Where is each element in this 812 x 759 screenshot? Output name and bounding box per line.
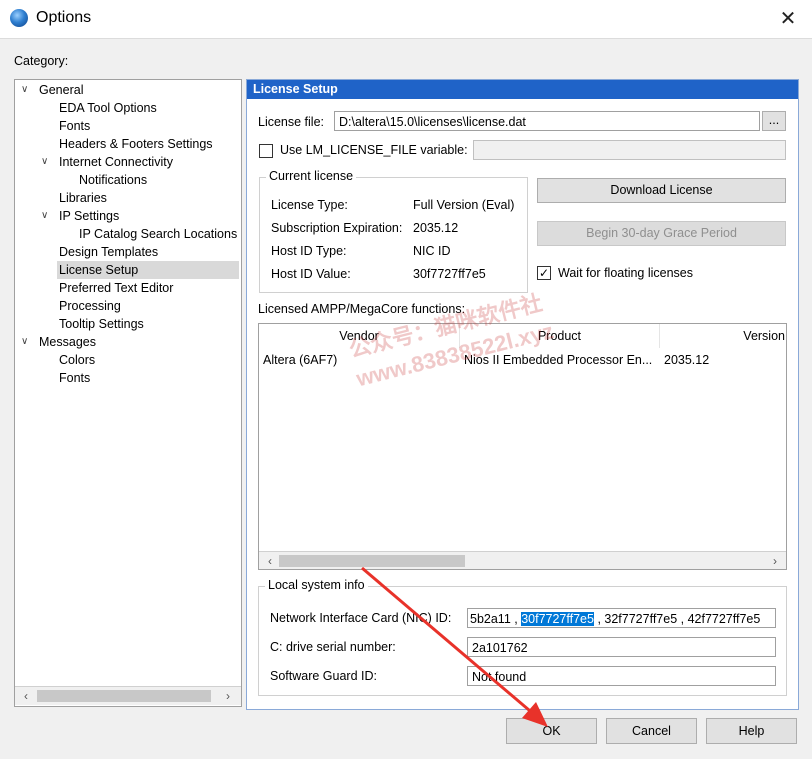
lm-license-checkbox[interactable] <box>259 144 273 158</box>
license-type-label: License Type: <box>271 198 348 212</box>
scrollbar-thumb[interactable] <box>279 555 465 567</box>
current-license-title: Current license <box>266 169 357 183</box>
functions-table[interactable]: Vendor Product Version Altera (6AF7) Nio… <box>258 323 787 570</box>
nic-label: Network Interface Card (NIC) ID: <box>270 611 452 625</box>
collapse-chevron-icon[interactable]: ∨ <box>41 210 48 221</box>
tree-item-ip-settings[interactable]: IP Settings <box>59 207 119 225</box>
category-tree[interactable]: ∨ General EDA Tool Options Fonts Headers… <box>14 79 242 707</box>
table-horizontal-scrollbar[interactable]: ‹ › <box>259 551 786 569</box>
drive-serial-label: C: drive serial number: <box>270 640 396 654</box>
scroll-right-icon[interactable]: › <box>219 687 237 705</box>
tree-item-notifications[interactable]: Notifications <box>79 171 147 189</box>
category-label: Category: <box>14 54 69 68</box>
subscription-label: Subscription Expiration: <box>271 221 403 235</box>
local-system-title: Local system info <box>265 578 368 592</box>
tree-item-headers-footers[interactable]: Headers & Footers Settings <box>59 135 213 153</box>
grace-period-button[interactable]: Begin 30-day Grace Period <box>537 221 786 246</box>
tree-item-internet-connectivity[interactable]: Internet Connectivity <box>59 153 173 171</box>
table-cell-version[interactable]: 2035.12 <box>664 350 784 370</box>
ok-button[interactable]: OK <box>506 718 597 744</box>
table-cell-vendor[interactable]: Altera (6AF7) <box>263 350 458 370</box>
scroll-left-icon[interactable]: ‹ <box>261 552 279 569</box>
tree-item-processing[interactable]: Processing <box>59 297 121 315</box>
host-id-type-label: Host ID Type: <box>271 244 347 258</box>
lm-license-label: Use LM_LICENSE_FILE variable: <box>280 143 468 157</box>
column-header-vendor[interactable]: Vendor <box>259 324 460 348</box>
column-header-product[interactable]: Product <box>460 324 660 348</box>
license-type-value: Full Version (Eval) <box>413 198 515 212</box>
host-id-type-value: NIC ID <box>413 244 451 258</box>
close-icon[interactable]: ✕ <box>764 0 812 38</box>
current-license-group: Current license License Type: Full Versi… <box>259 169 528 293</box>
subscription-value: 2035.12 <box>413 221 459 235</box>
nic-id-part: , 32f7727ff7e5 , 42f7727ff7e5 <box>593 612 761 626</box>
tree-horizontal-scrollbar[interactable]: ‹ › <box>15 686 241 705</box>
drive-serial-field[interactable]: 2a101762 <box>467 637 776 657</box>
tree-item-preferred-text-editor[interactable]: Preferred Text Editor <box>59 279 173 297</box>
collapse-chevron-icon[interactable]: ∨ <box>41 156 48 167</box>
tree-item-general[interactable]: General <box>39 81 83 99</box>
license-setup-panel: License Setup License file: D:\altera\15… <box>246 79 799 710</box>
tree-item-message-fonts[interactable]: Fonts <box>59 369 90 387</box>
collapse-chevron-icon[interactable]: ∨ <box>21 336 28 347</box>
host-id-value-label: Host ID Value: <box>271 267 351 281</box>
cancel-button[interactable]: Cancel <box>606 718 697 744</box>
nic-id-part: 5b2a11 , <box>470 612 522 626</box>
license-file-label: License file: <box>258 115 325 129</box>
column-header-version[interactable]: Version <box>660 324 786 348</box>
host-id-value: 30f7727ff7e5 <box>413 267 486 281</box>
help-button[interactable]: Help <box>706 718 797 744</box>
functions-label: Licensed AMPP/MegaCore functions: <box>258 302 466 316</box>
tree-item-ip-catalog-search[interactable]: IP Catalog Search Locations <box>79 225 237 243</box>
tree-item-eda-tool-options[interactable]: EDA Tool Options <box>59 99 157 117</box>
wait-floating-label: Wait for floating licenses <box>558 266 694 280</box>
scrollbar-thumb[interactable] <box>37 690 211 702</box>
license-file-input[interactable]: D:\altera\15.0\licenses\license.dat <box>334 111 760 131</box>
tree-item-colors[interactable]: Colors <box>59 351 95 369</box>
wait-floating-checkbox[interactable]: ✓ <box>537 266 551 280</box>
tree-item-libraries[interactable]: Libraries <box>59 189 107 207</box>
nic-id-field[interactable]: 5b2a11 , 30f7727ff7e5 , 32f7727ff7e5 , 4… <box>467 608 776 628</box>
tree-item-tooltip-settings[interactable]: Tooltip Settings <box>59 315 144 333</box>
lm-license-input[interactable] <box>473 140 786 160</box>
window-title: Options <box>36 9 92 26</box>
tree-item-fonts[interactable]: Fonts <box>59 117 90 135</box>
table-cell-product[interactable]: Nios II Embedded Processor En... <box>464 350 656 370</box>
nic-id-selected: 30f7727ff7e5 <box>521 612 594 626</box>
guard-id-field[interactable]: Not found <box>467 666 776 686</box>
title-bar: Options ✕ <box>0 0 812 39</box>
tree-item-license-setup[interactable]: License Setup <box>57 261 239 279</box>
scroll-left-icon[interactable]: ‹ <box>17 687 35 705</box>
local-system-group: Local system info Network Interface Card… <box>258 578 787 696</box>
panel-title: License Setup <box>247 80 798 99</box>
tree-item-design-templates[interactable]: Design Templates <box>59 243 158 261</box>
app-icon <box>10 9 28 27</box>
guard-id-label: Software Guard ID: <box>270 669 377 683</box>
browse-button[interactable]: ... <box>762 111 786 131</box>
collapse-chevron-icon[interactable]: ∨ <box>21 84 28 95</box>
tree-item-messages[interactable]: Messages <box>39 333 96 351</box>
download-license-button[interactable]: Download License <box>537 178 786 203</box>
scroll-right-icon[interactable]: › <box>766 552 784 569</box>
